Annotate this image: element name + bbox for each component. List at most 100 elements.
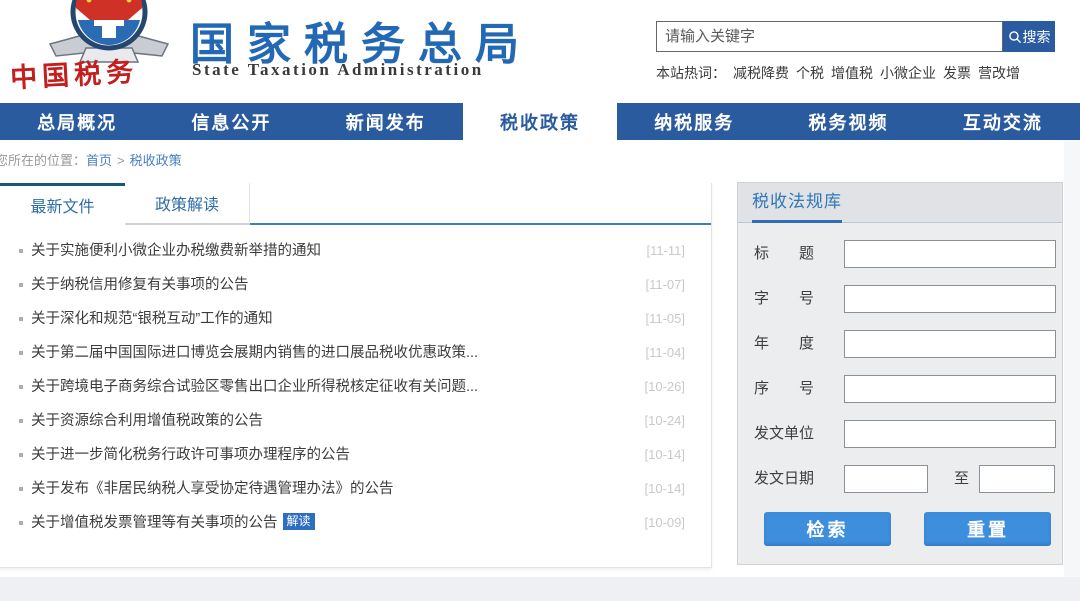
- article-row: 关于实施便利小微企业办税缴费新举措的通知 [11-11]: [0, 234, 711, 268]
- article-date: [11-07]: [645, 277, 685, 292]
- article-link[interactable]: 关于深化和规范“银税互动”工作的通知: [31, 311, 273, 327]
- tab-strip-filler: [250, 183, 711, 225]
- article-date: [10-24]: [644, 413, 685, 428]
- breadcrumb-current: 税收政策: [129, 153, 182, 168]
- article-link[interactable]: 关于跨境电子商务综合试验区零售出口企业所得税核定征收有关问题...: [31, 379, 478, 395]
- nav-item-tax-service[interactable]: 纳税服务: [617, 103, 771, 140]
- reset-button[interactable]: 重置: [924, 512, 1052, 546]
- latest-documents-panel: 最新文件 政策解读 关于实施便利小微企业办税缴费新举措的通知 [11-11] 关…: [0, 183, 712, 568]
- tab-latest-documents[interactable]: 最新文件: [0, 183, 125, 225]
- bullet-icon: [19, 385, 23, 389]
- form-row-title: 标 题: [754, 240, 1062, 268]
- date-to-label: 至: [954, 470, 970, 488]
- article-link[interactable]: 关于发布《非居民纳税人享受协定待遇管理办法》的公告: [31, 481, 394, 497]
- article-row: 关于跨境电子商务综合试验区零售出口企业所得税核定征收有关问题... [10-26…: [0, 370, 711, 404]
- article-link[interactable]: 关于进一步简化税务行政许可事项办理程序的公告: [31, 447, 350, 463]
- site-header: 中国税务 国家税务总局 State Taxation Administratio…: [0, 0, 1080, 103]
- article-row: 关于纳税信用修复有关事项的公告 [11-07]: [0, 268, 711, 302]
- article-link[interactable]: 关于实施便利小微企业办税缴费新举措的通知: [31, 243, 321, 259]
- breadcrumb-prefix: 您所在的位置：: [0, 153, 87, 168]
- breadcrumb-separator: >: [117, 153, 125, 168]
- nav-item-news[interactable]: 新闻发布: [309, 103, 463, 140]
- hot-word-link[interactable]: 发票: [943, 65, 971, 81]
- hot-word-link[interactable]: 减税降费: [733, 65, 789, 81]
- article-date: [10-09]: [644, 515, 685, 530]
- issue-date-to-input[interactable]: [979, 465, 1056, 493]
- sidebar-header: 税收法规库: [738, 183, 1062, 223]
- breadcrumb-home-link[interactable]: 首页: [86, 153, 112, 168]
- year-field-input[interactable]: [844, 330, 1056, 358]
- tax-law-library-panel: 税收法规库 标 题 字 号 年 度 序 号 发文单位 发文日期 至 检索 重置: [737, 182, 1063, 565]
- article-link[interactable]: 关于资源综合利用增值税政策的公告: [31, 413, 263, 429]
- form-button-row: 检索 重置: [764, 512, 1062, 546]
- logo-caption: 中国税务: [9, 56, 139, 94]
- issue-date-field-label: 发文日期: [754, 470, 815, 487]
- issuing-unit-field-input[interactable]: [844, 420, 1056, 448]
- site-logo[interactable]: 中国税务 国家税务总局 State Taxation Administratio…: [0, 0, 600, 103]
- bullet-icon: [19, 487, 23, 491]
- site-subtitle-en: State Taxation Administration: [192, 60, 484, 79]
- nav-item-tax-video[interactable]: 税务视频: [771, 103, 925, 140]
- article-date: [11-05]: [645, 311, 685, 326]
- article-link[interactable]: 关于纳税信用修复有关事项的公告: [31, 277, 249, 293]
- article-date: [10-14]: [644, 481, 685, 496]
- title-field-input[interactable]: [844, 240, 1056, 268]
- title-field-label: 标 题: [754, 245, 815, 262]
- form-row-year: 年 度: [754, 330, 1062, 358]
- content-tab-strip: 最新文件 政策解读: [0, 183, 711, 225]
- nav-item-info-disclosure[interactable]: 信息公开: [154, 103, 308, 140]
- form-row-issue-date: 发文日期 至: [754, 465, 1062, 493]
- sidebar-title: 税收法规库: [752, 183, 842, 223]
- nav-item-interaction[interactable]: 互动交流: [926, 103, 1080, 140]
- search-input[interactable]: [656, 21, 1003, 52]
- serial-field-label: 序 号: [754, 380, 815, 397]
- nav-item-tax-policy[interactable]: 税收政策: [462, 103, 618, 140]
- hot-words-label: 本站热词：: [656, 65, 726, 81]
- article-row: 关于增值税发票管理等有关事项的公告 解读 [10-09]: [0, 506, 711, 540]
- bullet-icon: [19, 521, 23, 525]
- bullet-icon: [19, 453, 23, 457]
- nav-item-overview[interactable]: 总局概况: [0, 103, 154, 140]
- form-row-serial: 序 号: [754, 375, 1062, 403]
- bullet-icon: [19, 249, 23, 253]
- hot-words-bar: 本站热词： 减税降费 个税 增值税 小微企业 发票 营改增: [656, 63, 1020, 83]
- search-button-label: 搜索: [1022, 28, 1051, 45]
- tab-policy-interpretation[interactable]: 政策解读: [125, 183, 250, 225]
- search-button[interactable]: 搜索: [1003, 21, 1055, 52]
- bullet-icon: [19, 351, 23, 355]
- article-link[interactable]: 关于第二届中国国际进口博览会展期内销售的进口展品税收优惠政策...: [31, 345, 478, 361]
- article-date: [11-11]: [646, 243, 685, 258]
- article-link[interactable]: 关于增值税发票管理等有关事项的公告: [31, 515, 278, 531]
- article-row: 关于深化和规范“银税互动”工作的通知 [11-05]: [0, 302, 711, 336]
- doc-number-field-label: 字 号: [754, 290, 815, 307]
- bullet-icon: [19, 283, 23, 287]
- article-date: [11-04]: [645, 345, 685, 360]
- article-row: 关于资源综合利用增值税政策的公告 [10-24]: [0, 404, 711, 438]
- hot-word-link[interactable]: 增值税: [831, 65, 873, 81]
- bottom-gutter: [0, 577, 1080, 601]
- page: 中国税务 国家税务总局 State Taxation Administratio…: [0, 0, 1080, 601]
- doc-number-field-input[interactable]: [844, 285, 1056, 313]
- article-date: [10-14]: [644, 447, 685, 462]
- bullet-icon: [19, 419, 23, 423]
- hot-word-link[interactable]: 营改增: [978, 65, 1020, 81]
- serial-field-input[interactable]: [844, 375, 1056, 403]
- article-row: 关于发布《非居民纳税人享受协定待遇管理办法》的公告 [10-14]: [0, 472, 711, 506]
- article-list: 关于实施便利小微企业办税缴费新举措的通知 [11-11] 关于纳税信用修复有关事…: [0, 234, 711, 540]
- magnifier-icon: [1008, 30, 1021, 43]
- hot-word-link[interactable]: 小微企业: [880, 65, 936, 81]
- year-field-label: 年 度: [754, 335, 815, 352]
- breadcrumb: 您所在的位置：首页 > 税收政策: [0, 150, 182, 169]
- form-row-doc-number: 字 号: [754, 285, 1062, 313]
- bullet-icon: [19, 317, 23, 321]
- right-gutter: [1064, 140, 1080, 577]
- retrieve-button[interactable]: 检索: [764, 512, 891, 546]
- issuing-unit-field-label: 发文单位: [754, 425, 815, 442]
- issue-date-from-input[interactable]: [844, 465, 928, 493]
- article-date: [10-26]: [644, 379, 685, 394]
- interpretation-badge[interactable]: 解读: [282, 513, 315, 530]
- hot-word-link[interactable]: 个税: [796, 65, 824, 81]
- main-nav: 总局概况 信息公开 新闻发布 税收政策 纳税服务 税务视频 互动交流: [0, 103, 1080, 140]
- article-row: 关于进一步简化税务行政许可事项办理程序的公告 [10-14]: [0, 438, 711, 472]
- article-row: 关于第二届中国国际进口博览会展期内销售的进口展品税收优惠政策... [11-04…: [0, 336, 711, 370]
